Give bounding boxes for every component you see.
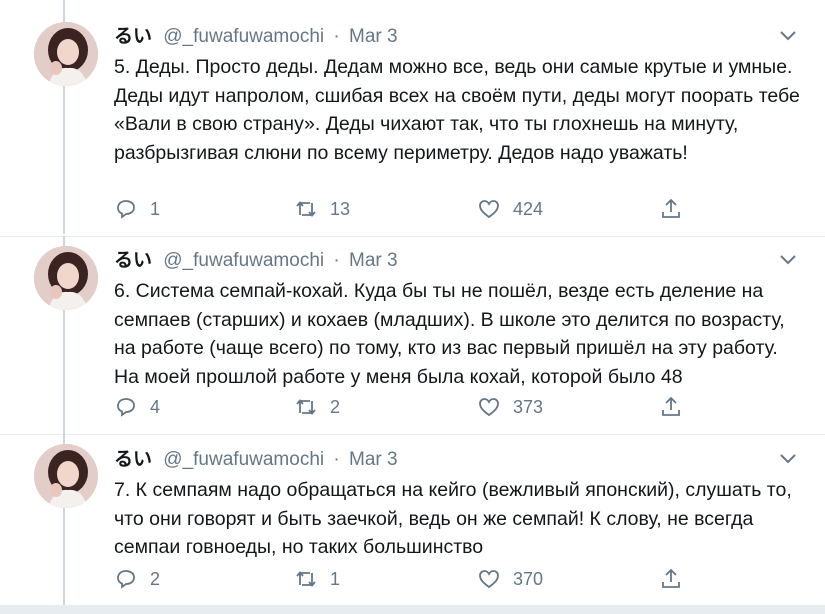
heart-icon xyxy=(479,200,499,219)
tweet-text: 6. Система семпай-кохай. Куда бы ты не п… xyxy=(114,280,785,388)
reply-icon xyxy=(117,398,135,417)
tweet-actions: 1 13 424 xyxy=(114,194,694,224)
thread-line xyxy=(63,236,65,246)
tweet-header: るい @_fuwafuwamochi · Mar 3 xyxy=(114,249,398,273)
like-button[interactable]: 373 xyxy=(477,392,543,422)
thread-line xyxy=(63,508,65,605)
avatar[interactable] xyxy=(34,246,98,310)
separator-dot: · xyxy=(333,26,340,47)
like-button[interactable]: 370 xyxy=(477,564,543,594)
user-handle[interactable]: @_fuwafuwamochi xyxy=(163,26,324,47)
retweet-icon xyxy=(296,571,316,587)
tweet-divider xyxy=(0,434,825,435)
user-handle[interactable]: @_fuwafuwamochi xyxy=(163,449,324,470)
retweet-button[interactable]: 1 xyxy=(294,564,340,594)
avatar-photo-icon xyxy=(34,444,98,508)
reply-count: 2 xyxy=(150,568,161,589)
tweet-text: 7. К семпаям надо обращаться на кейго (в… xyxy=(114,479,792,558)
tweet-divider xyxy=(0,236,825,237)
share-button[interactable] xyxy=(659,564,695,594)
thread-line xyxy=(63,434,65,444)
tweet-actions: 4 2 373 xyxy=(114,392,694,422)
reply-count: 1 xyxy=(150,198,161,219)
chevron-down-icon[interactable] xyxy=(779,254,797,266)
share-icon xyxy=(662,568,680,588)
tweet-header: るい @_fuwafuwamochi · Mar 3 xyxy=(114,25,398,49)
retweet-button[interactable]: 2 xyxy=(294,392,340,422)
share-icon xyxy=(662,198,680,218)
separator-dot: · xyxy=(333,449,340,470)
retweet-count: 13 xyxy=(330,198,351,219)
avatar[interactable] xyxy=(34,22,98,86)
share-button[interactable] xyxy=(659,194,695,224)
user-handle[interactable]: @_fuwafuwamochi xyxy=(163,250,324,271)
display-name[interactable]: るい xyxy=(114,26,152,47)
thread-line xyxy=(63,0,65,22)
thread-line xyxy=(63,310,65,434)
tweet-date[interactable]: Mar 3 xyxy=(349,26,398,47)
reply-icon xyxy=(117,200,135,219)
chevron-down-icon[interactable] xyxy=(779,453,797,465)
retweet-count: 1 xyxy=(330,568,341,589)
reply-button[interactable]: 2 xyxy=(114,564,160,594)
display-name[interactable]: るい xyxy=(114,449,152,470)
separator-dot: · xyxy=(333,250,340,271)
timeline-bottom-border xyxy=(0,605,825,614)
tweet-thread: るい @_fuwafuwamochi · Mar 3 5. Деды. Прос… xyxy=(0,0,825,614)
retweet-icon xyxy=(296,201,316,217)
thread-line xyxy=(63,86,65,234)
retweet-icon xyxy=(296,399,316,415)
tweet-date[interactable]: Mar 3 xyxy=(349,449,398,470)
tweet-actions: 2 1 370 xyxy=(114,564,694,594)
reply-button[interactable]: 4 xyxy=(114,392,160,422)
reply-count: 4 xyxy=(150,396,161,417)
share-icon xyxy=(662,396,680,416)
avatar-photo-icon xyxy=(34,246,98,310)
tweet-date[interactable]: Mar 3 xyxy=(349,250,398,271)
like-button[interactable]: 424 xyxy=(477,194,543,224)
display-name[interactable]: るい xyxy=(114,250,152,271)
share-button[interactable] xyxy=(659,392,695,422)
like-count: 424 xyxy=(513,198,544,219)
tweet-header: るい @_fuwafuwamochi · Mar 3 xyxy=(114,448,398,472)
avatar-photo-icon xyxy=(34,22,98,86)
like-count: 373 xyxy=(513,396,544,417)
tweet-text: 5. Деды. Просто деды. Дедам можно все, в… xyxy=(114,56,800,164)
like-count: 370 xyxy=(513,568,544,589)
reply-icon xyxy=(117,570,135,589)
chevron-down-icon[interactable] xyxy=(779,30,797,42)
heart-icon xyxy=(479,398,499,417)
avatar[interactable] xyxy=(34,444,98,508)
retweet-count: 2 xyxy=(330,396,341,417)
heart-icon xyxy=(479,570,499,589)
reply-button[interactable]: 1 xyxy=(114,194,160,224)
retweet-button[interactable]: 13 xyxy=(294,194,350,224)
